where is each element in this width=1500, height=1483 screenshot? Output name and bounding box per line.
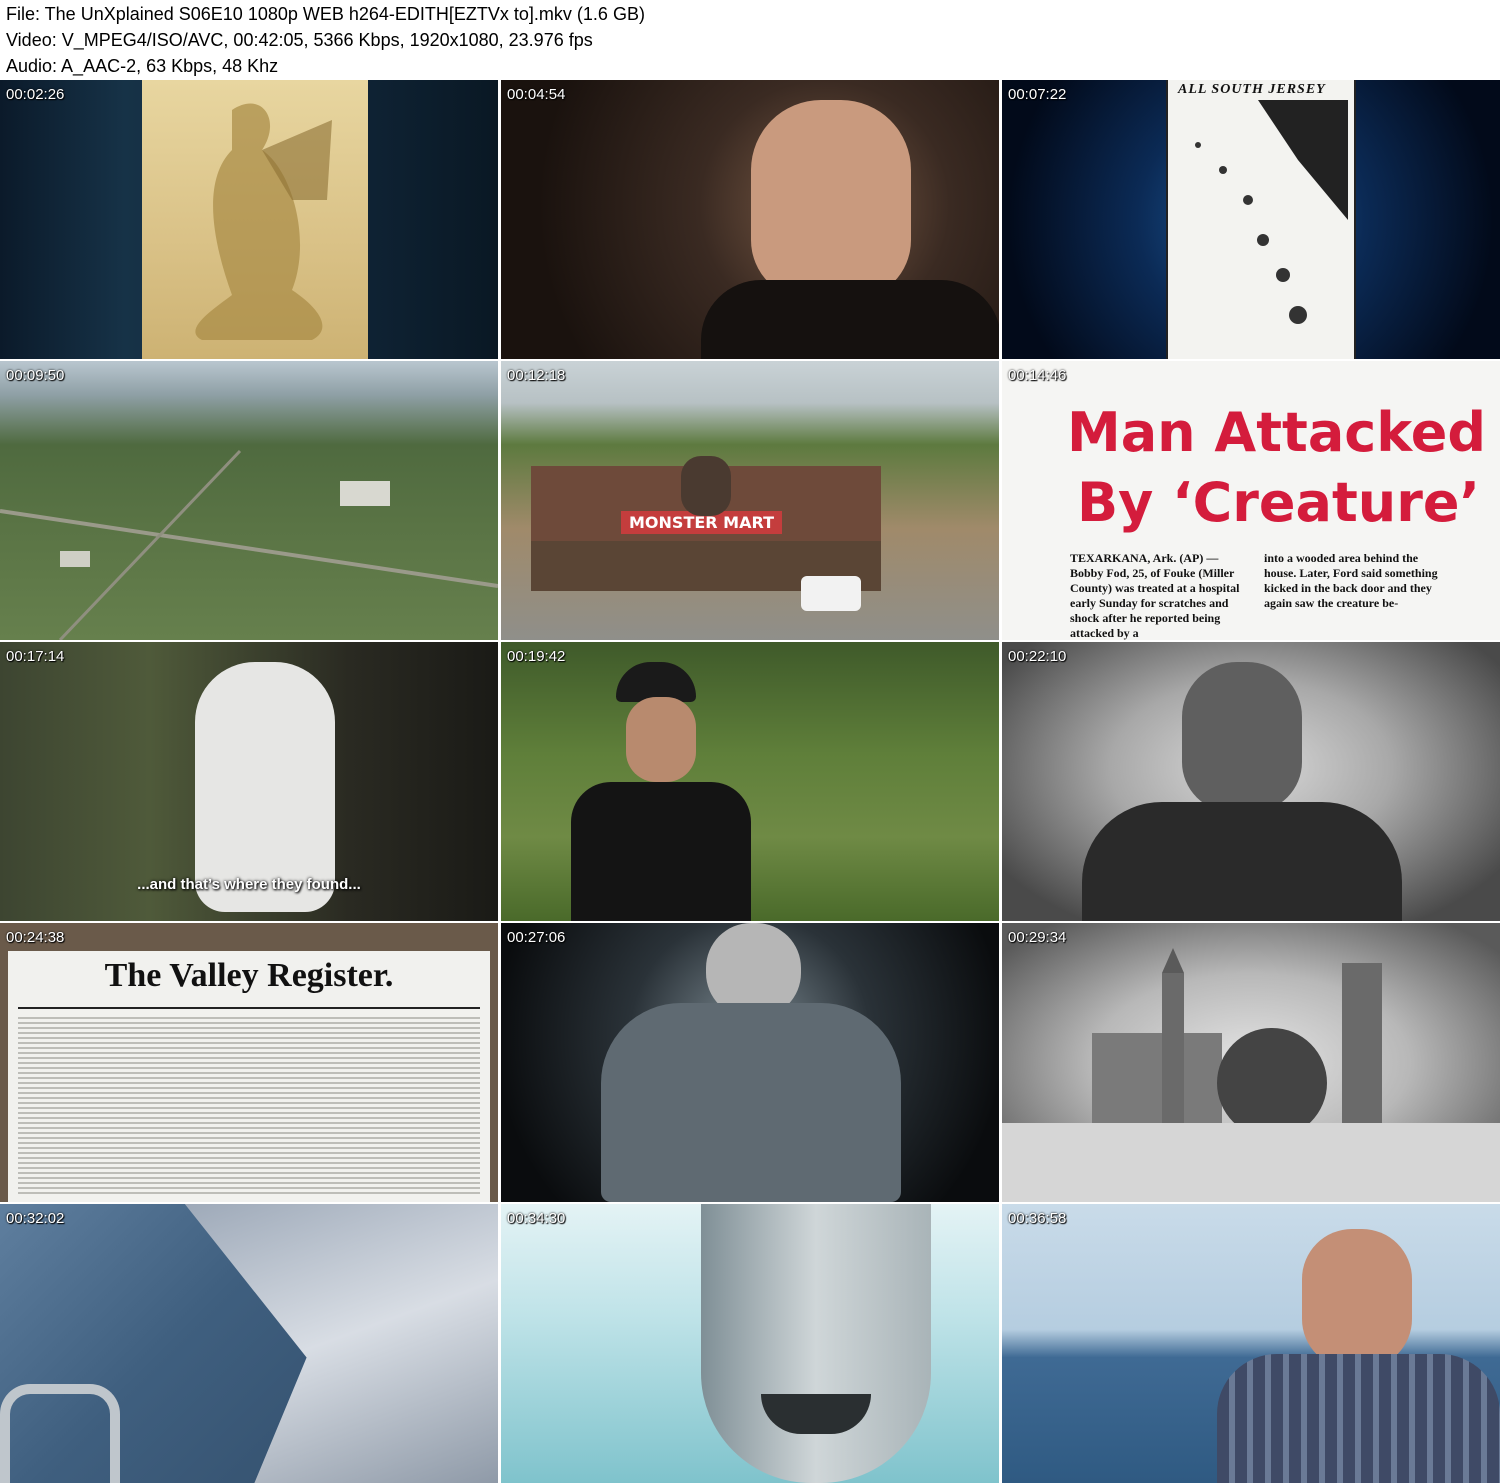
file-info: File: The UnXplained S06E10 1080p WEB h2… <box>6 4 645 24</box>
timestamp: 00:36:58 <box>1008 1210 1067 1227</box>
timestamp: 00:19:42 <box>507 648 566 665</box>
man-face <box>626 697 696 782</box>
timestamp: 00:24:38 <box>6 929 65 946</box>
thumbnail-5[interactable]: MONSTER MART 00:12:18 <box>501 361 999 640</box>
man-face <box>1302 1229 1412 1369</box>
timestamp: 00:02:26 <box>6 86 65 103</box>
info-header: File: The UnXplained S06E10 1080p WEB h2… <box>0 0 1500 80</box>
timestamp: 00:04:54 <box>507 86 566 103</box>
timestamp: 00:07:22 <box>1008 86 1067 103</box>
subtitle: ...and that’s where they found... <box>137 876 361 893</box>
smithsonian-castle <box>1002 948 1500 1202</box>
plaid-shirt <box>1217 1354 1500 1483</box>
roosevelt-suit <box>601 1003 901 1202</box>
timestamp: 00:34:30 <box>507 1210 566 1227</box>
shark <box>701 1204 931 1483</box>
thumbnail-grid: 00:02:26 00:04:54 ALL SOUTH JERSEY 00:07… <box>0 80 1500 1483</box>
timestamp: 00:14:46 <box>1008 367 1067 384</box>
timestamp: 00:32:02 <box>6 1210 65 1227</box>
headline-line-2: By ‘Creature’ <box>1077 471 1481 534</box>
timestamp: 00:12:18 <box>507 367 566 384</box>
audio-info: Audio: A_AAC-2, 63 Kbps, 48 Khz <box>6 56 279 76</box>
plaster-cast <box>195 662 335 912</box>
newspaper-footprints: ALL SOUTH JERSEY <box>1166 80 1356 359</box>
headline-line-1: Man Attacked <box>1067 401 1487 464</box>
thumbnail-14[interactable]: 00:34:30 <box>501 1204 999 1483</box>
thumbnail-4[interactable]: 00:09:50 <box>0 361 498 640</box>
thumbnail-3[interactable]: ALL SOUTH JERSEY 00:07:22 <box>1002 80 1500 359</box>
masthead: The Valley Register. <box>104 957 394 994</box>
portrait-coat <box>1082 802 1402 921</box>
timestamp: 00:29:34 <box>1008 929 1067 946</box>
aerial-town <box>0 449 498 640</box>
thumbnail-7[interactable]: ...and that’s where they found... 00:17:… <box>0 642 498 921</box>
man-face <box>751 100 911 300</box>
timestamp: 00:27:06 <box>507 929 566 946</box>
video-info: Video: V_MPEG4/ISO/AVC, 00:42:05, 5366 K… <box>6 30 593 50</box>
thumbnail-6[interactable]: Man Attacked By ‘Creature’ TEXARKANA, Ar… <box>1002 361 1500 640</box>
newspaper-page: The Valley Register. <box>8 951 490 1202</box>
man-jacket <box>701 280 999 359</box>
white-suv <box>801 576 861 611</box>
timestamp: 00:17:14 <box>6 648 65 665</box>
timestamp: 00:22:10 <box>1008 648 1067 665</box>
article-left: TEXARKANA, Ark. (AP) — Bobby Fod, 25, of… <box>1070 551 1240 640</box>
thumbnail-2[interactable]: 00:04:54 <box>501 80 999 359</box>
thumbnail-10[interactable]: The Valley Register. 00:24:38 <box>0 923 498 1202</box>
thumbnail-12[interactable]: 00:29:34 <box>1002 923 1500 1202</box>
portrait-face <box>1182 662 1302 812</box>
gorilla-statue <box>681 456 731 516</box>
timestamp: 00:09:50 <box>6 367 65 384</box>
thumbnail-8[interactable]: 00:19:42 <box>501 642 999 921</box>
devil-illustration <box>142 80 368 359</box>
thumbnail-11[interactable]: 00:27:06 <box>501 923 999 1202</box>
thumbnail-9[interactable]: 00:22:10 <box>1002 642 1500 921</box>
thumbnail-1[interactable]: 00:02:26 <box>0 80 498 359</box>
article-right: into a wooded area behind the house. Lat… <box>1264 551 1438 610</box>
thumbnail-13[interactable]: 00:32:02 <box>0 1204 498 1483</box>
black-shirt <box>571 782 751 921</box>
thumbnail-15[interactable]: 00:36:58 <box>1002 1204 1500 1483</box>
boat-rail <box>0 1384 120 1483</box>
